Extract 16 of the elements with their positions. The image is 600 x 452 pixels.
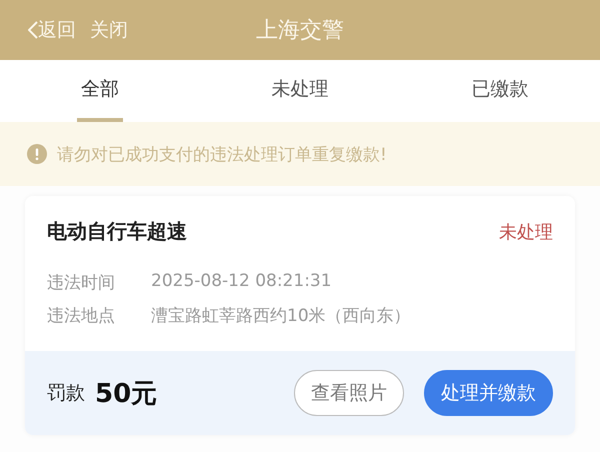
fine-amount: 50元 [95,378,158,408]
back-chevron-icon [28,21,38,39]
pay-button[interactable]: 处理并缴款 [424,370,553,416]
view-photo-button[interactable]: 查看照片 [294,370,404,416]
violation-status: 未处理 [499,220,553,244]
tab[interactable]: 已缴款 [468,60,532,122]
field-value: 2025-08-12 08:21:31 [151,271,332,293]
warning-icon [27,144,47,164]
page-title: 上海交警 [256,18,344,43]
field-value: 漕宝路虹莘路西约10米（西向东） [151,305,411,327]
notice-text: 请勿对已成功支付的违法处理订单重复缴款! [57,144,387,166]
field-label: 违法地点 [47,305,116,327]
fine-label: 罚款 [47,381,85,406]
tab[interactable]: 未处理 [268,60,332,122]
violation-title: 电动自行车超速 [47,218,187,245]
field-label: 违法时间 [47,272,116,294]
